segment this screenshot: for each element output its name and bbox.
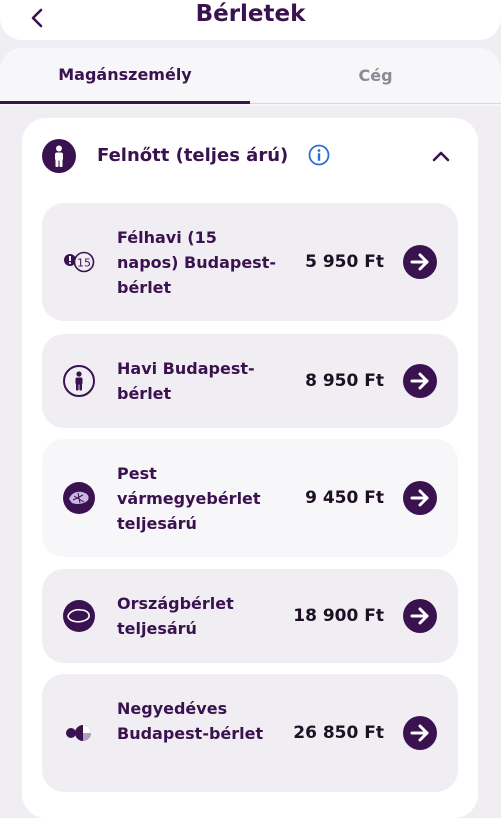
arrow-right-icon[interactable]: [403, 481, 437, 515]
pass-item-quarterly[interactable]: Negyedéves Budapest-bérlet 26 850 Ft: [42, 674, 458, 792]
arrow-right-icon[interactable]: [403, 599, 437, 633]
country-map-icon: [63, 600, 95, 632]
pass-price: 5 950 Ft: [305, 252, 384, 272]
pass-name: Félhavi (15 napos) Budapest-bérlet: [117, 228, 276, 297]
tab-private-person[interactable]: Magánszemély: [0, 48, 250, 104]
adult-passes-card: Felnőtt (teljes árú) 15 Félhavi (15 napo…: [22, 118, 478, 818]
chevron-up-icon[interactable]: [430, 145, 452, 167]
fifteen-day-icon: 15: [64, 251, 95, 273]
pass-item-country[interactable]: Országbérlet teljesárú 18 900 Ft: [42, 569, 458, 663]
pass-price: 9 450 Ft: [305, 488, 384, 508]
person-icon: [42, 139, 76, 173]
tab-bar: Magánszemély Cég: [0, 48, 501, 106]
arrow-right-icon[interactable]: [403, 716, 437, 750]
pass-name: Negyedéves Budapest-bérlet: [117, 699, 264, 743]
section-header[interactable]: Felnőtt (teljes árú): [22, 118, 478, 194]
pass-price: 18 900 Ft: [293, 606, 384, 626]
pass-price: 26 850 Ft: [293, 723, 384, 743]
pass-name: Pest vármegyebérlet teljesárú: [117, 464, 261, 533]
county-map-icon: [63, 482, 95, 514]
pass-item-half-monthly[interactable]: 15 Félhavi (15 napos) Budapest-bérlet 5 …: [42, 203, 458, 321]
section-title: Felnőtt (teljes árú): [97, 145, 289, 166]
info-icon[interactable]: [308, 144, 330, 166]
page-title: Bérletek: [195, 1, 306, 27]
pass-item-county[interactable]: Pest vármegyebérlet teljesárú 9 450 Ft: [42, 439, 458, 557]
arrow-right-icon[interactable]: [403, 364, 437, 398]
pass-item-monthly[interactable]: Havi Budapest-bérlet 8 950 Ft: [42, 334, 458, 428]
pass-name: Havi Budapest-bérlet: [117, 359, 255, 403]
pass-name: Országbérlet teljesárú: [117, 594, 234, 638]
person-icon: [63, 365, 95, 397]
arrow-right-icon[interactable]: [403, 245, 437, 279]
top-bar: Bérletek: [0, 0, 501, 40]
pass-price: 8 950 Ft: [305, 371, 384, 391]
tab-company[interactable]: Cég: [250, 48, 501, 104]
quarterly-icon: [66, 725, 91, 741]
svg-text:15: 15: [77, 257, 91, 270]
